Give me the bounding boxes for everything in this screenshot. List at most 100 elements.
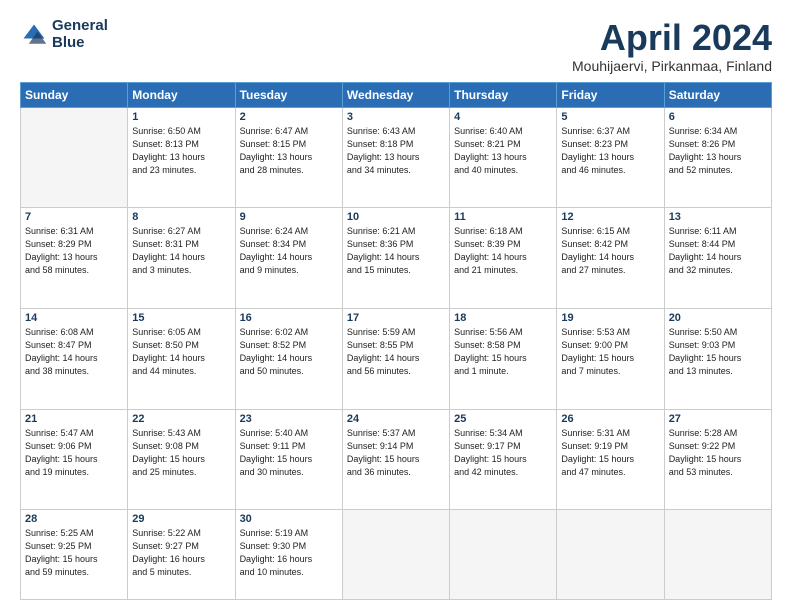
day-detail: Sunrise: 5:37 AM Sunset: 9:14 PM Dayligh… — [347, 427, 445, 479]
day-number: 7 — [25, 211, 123, 223]
month-title: April 2024 — [572, 18, 772, 58]
day-detail: Sunrise: 6:50 AM Sunset: 8:13 PM Dayligh… — [132, 125, 230, 177]
day-number: 2 — [240, 111, 338, 123]
day-detail: Sunrise: 5:28 AM Sunset: 9:22 PM Dayligh… — [669, 427, 767, 479]
day-detail: Sunrise: 6:37 AM Sunset: 8:23 PM Dayligh… — [561, 125, 659, 177]
day-detail: Sunrise: 5:50 AM Sunset: 9:03 PM Dayligh… — [669, 326, 767, 378]
day-detail: Sunrise: 6:31 AM Sunset: 8:29 PM Dayligh… — [25, 225, 123, 277]
day-number: 5 — [561, 111, 659, 123]
day-number: 21 — [25, 413, 123, 425]
day-cell: 22 Sunrise: 5:43 AM Sunset: 9:08 PM Dayli… — [128, 409, 235, 510]
day-detail: Sunrise: 6:18 AM Sunset: 8:39 PM Dayligh… — [454, 225, 552, 277]
day-number: 23 — [240, 413, 338, 425]
day-cell: 23 Sunrise: 5:40 AM Sunset: 9:11 PM Dayli… — [235, 409, 342, 510]
week-row-5: 28 Sunrise: 5:25 AM Sunset: 9:25 PM Dayli… — [21, 510, 772, 600]
day-number: 11 — [454, 211, 552, 223]
day-number: 30 — [240, 513, 338, 525]
day-cell — [342, 510, 449, 600]
day-number: 10 — [347, 211, 445, 223]
day-detail: Sunrise: 6:11 AM Sunset: 8:44 PM Dayligh… — [669, 225, 767, 277]
day-number: 27 — [669, 413, 767, 425]
col-header-friday: Friday — [557, 82, 664, 107]
day-number: 24 — [347, 413, 445, 425]
day-detail: Sunrise: 6:08 AM Sunset: 8:47 PM Dayligh… — [25, 326, 123, 378]
week-row-3: 14Sunrise: 6:08 AM Sunset: 8:47 PM Dayli… — [21, 308, 772, 409]
day-cell: 28 Sunrise: 5:25 AM Sunset: 9:25 PM Dayli… — [21, 510, 128, 600]
col-header-sunday: Sunday — [21, 82, 128, 107]
day-number: 4 — [454, 111, 552, 123]
day-number: 26 — [561, 413, 659, 425]
day-number: 20 — [669, 312, 767, 324]
day-cell: 10 Sunrise: 6:21 AM Sunset: 8:36 PM Dayli… — [342, 208, 449, 309]
day-cell: 8Sunrise: 6:27 AM Sunset: 8:31 PM Daylig… — [128, 208, 235, 309]
day-number: 13 — [669, 211, 767, 223]
day-number: 16 — [240, 312, 338, 324]
day-detail: Sunrise: 6:24 AM Sunset: 8:34 PM Dayligh… — [240, 225, 338, 277]
day-cell: 9 Sunrise: 6:24 AM Sunset: 8:34 PM Daylig… — [235, 208, 342, 309]
col-header-monday: Monday — [128, 82, 235, 107]
day-detail: Sunrise: 5:47 AM Sunset: 9:06 PM Dayligh… — [25, 427, 123, 479]
day-detail: Sunrise: 5:22 AM Sunset: 9:27 PM Dayligh… — [132, 527, 230, 579]
day-cell: 30 Sunrise: 5:19 AM Sunset: 9:30 PM Dayli… — [235, 510, 342, 600]
day-number: 12 — [561, 211, 659, 223]
day-number: 19 — [561, 312, 659, 324]
day-cell: 12 Sunrise: 6:15 AM Sunset: 8:42 PM Dayli… — [557, 208, 664, 309]
day-detail: Sunrise: 5:25 AM Sunset: 9:25 PM Dayligh… — [25, 527, 123, 579]
day-cell: 15 Sunrise: 6:05 AM Sunset: 8:50 PM Dayli… — [128, 308, 235, 409]
day-detail: Sunrise: 5:31 AM Sunset: 9:19 PM Dayligh… — [561, 427, 659, 479]
col-header-saturday: Saturday — [664, 82, 771, 107]
day-cell: 1Sunrise: 6:50 AM Sunset: 8:13 PM Daylig… — [128, 107, 235, 208]
day-cell: 3Sunrise: 6:43 AM Sunset: 8:18 PM Daylig… — [342, 107, 449, 208]
col-header-tuesday: Tuesday — [235, 82, 342, 107]
logo-text: General Blue — [52, 18, 108, 51]
day-detail: Sunrise: 5:56 AM Sunset: 8:58 PM Dayligh… — [454, 326, 552, 378]
day-cell: 25Sunrise: 5:34 AM Sunset: 9:17 PM Dayli… — [450, 409, 557, 510]
day-cell: 19Sunrise: 5:53 AM Sunset: 9:00 PM Dayli… — [557, 308, 664, 409]
day-cell: 20 Sunrise: 5:50 AM Sunset: 9:03 PM Dayli… — [664, 308, 771, 409]
day-cell — [664, 510, 771, 600]
day-cell: 17 Sunrise: 5:59 AM Sunset: 8:55 PM Dayli… — [342, 308, 449, 409]
day-cell: 2Sunrise: 6:47 AM Sunset: 8:15 PM Daylig… — [235, 107, 342, 208]
day-detail: Sunrise: 6:43 AM Sunset: 8:18 PM Dayligh… — [347, 125, 445, 177]
day-detail: Sunrise: 6:02 AM Sunset: 8:52 PM Dayligh… — [240, 326, 338, 378]
day-cell: 4 Sunrise: 6:40 AM Sunset: 8:21 PM Daylig… — [450, 107, 557, 208]
day-cell: 14Sunrise: 6:08 AM Sunset: 8:47 PM Dayli… — [21, 308, 128, 409]
day-number: 22 — [132, 413, 230, 425]
day-number: 6 — [669, 111, 767, 123]
day-cell: 21 Sunrise: 5:47 AM Sunset: 9:06 PM Dayli… — [21, 409, 128, 510]
day-cell — [21, 107, 128, 208]
col-header-wednesday: Wednesday — [342, 82, 449, 107]
day-detail: Sunrise: 6:15 AM Sunset: 8:42 PM Dayligh… — [561, 225, 659, 277]
day-number: 15 — [132, 312, 230, 324]
day-cell: 7 Sunrise: 6:31 AM Sunset: 8:29 PM Daylig… — [21, 208, 128, 309]
day-cell — [557, 510, 664, 600]
day-number: 9 — [240, 211, 338, 223]
day-cell — [450, 510, 557, 600]
day-cell: 11 Sunrise: 6:18 AM Sunset: 8:39 PM Dayli… — [450, 208, 557, 309]
week-row-2: 7 Sunrise: 6:31 AM Sunset: 8:29 PM Daylig… — [21, 208, 772, 309]
day-detail: Sunrise: 6:21 AM Sunset: 8:36 PM Dayligh… — [347, 225, 445, 277]
day-cell: 24 Sunrise: 5:37 AM Sunset: 9:14 PM Dayli… — [342, 409, 449, 510]
title-block: April 2024 Mouhijaervi, Pirkanmaa, Finla… — [572, 18, 772, 74]
week-row-1: 1Sunrise: 6:50 AM Sunset: 8:13 PM Daylig… — [21, 107, 772, 208]
day-detail: Sunrise: 6:05 AM Sunset: 8:50 PM Dayligh… — [132, 326, 230, 378]
day-detail: Sunrise: 5:34 AM Sunset: 9:17 PM Dayligh… — [454, 427, 552, 479]
day-number: 17 — [347, 312, 445, 324]
header-row: Sunday Monday Tuesday Wednesday Thursday… — [21, 82, 772, 107]
day-detail: Sunrise: 6:40 AM Sunset: 8:21 PM Dayligh… — [454, 125, 552, 177]
day-cell: 26 Sunrise: 5:31 AM Sunset: 9:19 PM Dayli… — [557, 409, 664, 510]
day-cell: 16 Sunrise: 6:02 AM Sunset: 8:52 PM Dayli… — [235, 308, 342, 409]
day-number: 28 — [25, 513, 123, 525]
logo: General Blue — [20, 18, 108, 51]
day-detail: Sunrise: 5:43 AM Sunset: 9:08 PM Dayligh… — [132, 427, 230, 479]
day-cell: 27 Sunrise: 5:28 AM Sunset: 9:22 PM Dayli… — [664, 409, 771, 510]
logo-icon — [20, 21, 48, 49]
day-detail: Sunrise: 5:40 AM Sunset: 9:11 PM Dayligh… — [240, 427, 338, 479]
day-cell: 6 Sunrise: 6:34 AM Sunset: 8:26 PM Daylig… — [664, 107, 771, 208]
day-detail: Sunrise: 5:19 AM Sunset: 9:30 PM Dayligh… — [240, 527, 338, 579]
day-detail: Sunrise: 6:34 AM Sunset: 8:26 PM Dayligh… — [669, 125, 767, 177]
day-number: 8 — [132, 211, 230, 223]
header: General Blue April 2024 Mouhijaervi, Pir… — [20, 18, 772, 74]
day-cell: 13 Sunrise: 6:11 AM Sunset: 8:44 PM Dayli… — [664, 208, 771, 309]
day-detail: Sunrise: 5:59 AM Sunset: 8:55 PM Dayligh… — [347, 326, 445, 378]
